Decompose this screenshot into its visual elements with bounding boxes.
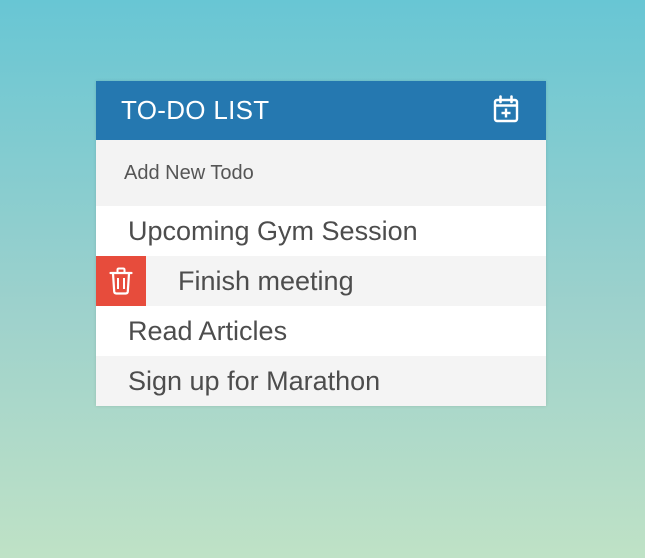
todo-list: Upcoming Gym Session Finish meeting Read… [96,206,546,406]
list-item[interactable]: Read Articles [96,306,546,356]
todo-text: Sign up for Marathon [128,365,381,396]
new-todo-input[interactable] [124,161,504,185]
calendar-plus-icon [493,94,519,122]
new-todo-row [96,140,546,206]
todo-text: Upcoming Gym Session [128,215,418,246]
list-item[interactable]: Finish meeting [96,256,546,306]
todo-text: Read Articles [128,315,288,346]
todo-header: TO-DO LIST [96,81,546,140]
list-item[interactable]: Sign up for Marathon [96,356,546,406]
todo-card: TO-DO LIST Upcoming Gym Session [96,81,546,406]
delete-button[interactable] [96,256,146,306]
add-todo-button[interactable] [491,94,521,124]
list-item[interactable]: Upcoming Gym Session [96,206,546,256]
todo-text: Finish meeting [178,265,354,296]
trash-icon [109,267,133,295]
page-title: TO-DO LIST [121,95,270,125]
